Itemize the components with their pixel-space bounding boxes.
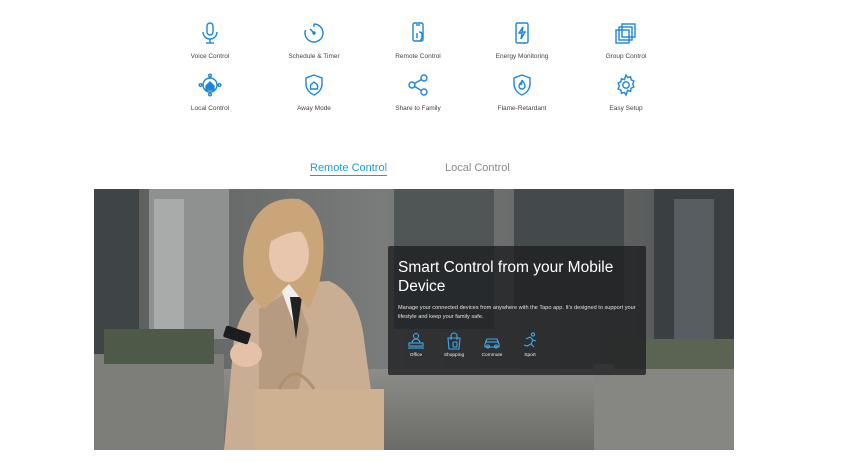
use-case-label: Office xyxy=(409,353,423,358)
phone-hand-icon xyxy=(406,20,430,45)
feature-away-mode: Away Mode xyxy=(262,72,366,112)
use-case-label: Sport xyxy=(524,353,536,358)
feature-flame-retardant: Flame-Retardant xyxy=(470,72,574,112)
use-case-label: Commute xyxy=(481,353,503,358)
feature-grid: Voice Control Schedule & Timer Remote Co… xyxy=(158,20,678,112)
use-case-shopping: Shopping xyxy=(438,332,470,358)
feature-label: Flame-Retardant xyxy=(497,105,547,112)
use-case-office: Office xyxy=(400,332,432,358)
feature-label: Voice Control xyxy=(190,53,230,60)
car-icon xyxy=(484,338,500,349)
hero-title: Smart Control from your Mobile Device xyxy=(398,259,614,295)
feature-label: Remote Control xyxy=(395,53,441,60)
feature-group-control: Group Control xyxy=(574,20,678,60)
feature-schedule-timer: Schedule & Timer xyxy=(262,20,366,60)
tab-remote-control[interactable]: Remote Control xyxy=(310,162,388,176)
hero-info-panel: Smart Control from your Mobile Device Ma… xyxy=(388,246,646,375)
use-case-label: Shopping xyxy=(443,353,465,358)
phone-energy-icon xyxy=(510,20,534,45)
home-network-icon xyxy=(198,72,222,97)
feature-energy-monitoring: Energy Monitoring xyxy=(470,20,574,60)
gear-icon xyxy=(614,72,638,97)
microphone-icon xyxy=(198,20,222,45)
feature-label: Energy Monitoring xyxy=(495,53,549,60)
feature-label: Away Mode xyxy=(297,105,331,112)
use-case-commute: Commute xyxy=(476,332,508,358)
tab-local-control[interactable]: Local Control xyxy=(445,162,510,174)
feature-label: Share to Family xyxy=(395,105,441,112)
office-desk-icon xyxy=(408,332,424,349)
shield-home-icon xyxy=(302,72,326,97)
feature-label: Group Control xyxy=(605,53,647,60)
shield-flame-icon xyxy=(510,72,534,97)
share-icon xyxy=(406,72,430,97)
shopping-bag-icon xyxy=(447,332,461,350)
feature-voice-control: Voice Control xyxy=(158,20,262,60)
use-case-list: Office Shopping Commute Sport xyxy=(400,332,546,358)
stacked-squares-icon xyxy=(614,20,638,45)
feature-easy-setup: Easy Setup xyxy=(574,72,678,112)
feature-local-control: Local Control xyxy=(158,72,262,112)
feature-label: Easy Setup xyxy=(609,105,643,112)
hero-description: Manage your connected devices from anywh… xyxy=(398,305,636,320)
feature-label: Local Control xyxy=(190,105,230,112)
use-case-sport: Sport xyxy=(514,332,546,358)
running-icon xyxy=(523,332,537,348)
feature-remote-control: Remote Control xyxy=(366,20,470,60)
feature-share-to-family: Share to Family xyxy=(366,72,470,112)
feature-label: Schedule & Timer xyxy=(288,53,340,60)
control-tabs: Remote Control Local Control xyxy=(0,162,842,182)
timer-icon xyxy=(302,20,326,45)
